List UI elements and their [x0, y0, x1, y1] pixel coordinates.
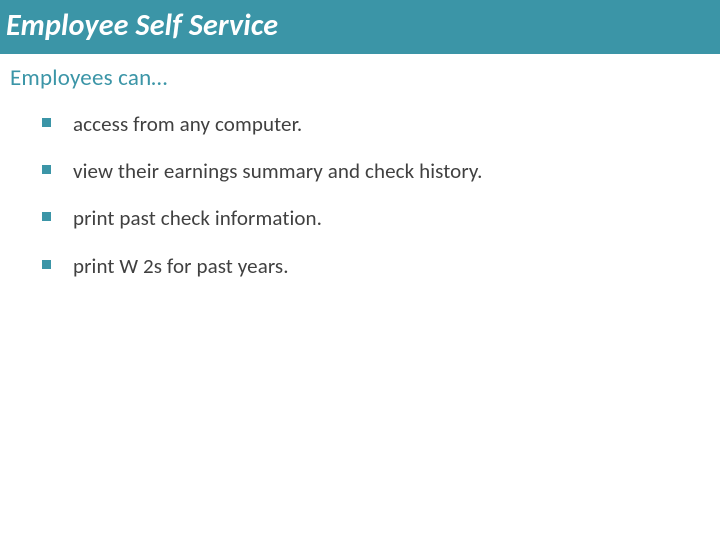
list-item: view their earnings summary and check hi…	[42, 159, 720, 184]
square-bullet-icon	[42, 260, 51, 269]
bullet-text: access from any computer.	[73, 112, 302, 137]
list-item: print past check information.	[42, 206, 720, 231]
square-bullet-icon	[42, 118, 51, 127]
subheading: Employees can…	[10, 64, 720, 92]
bullet-text: view their earnings summary and check hi…	[73, 159, 483, 184]
header-band: Employee Self Service	[0, 0, 720, 52]
page-title: Employee Self Service	[0, 11, 278, 41]
content-area: access from any computer. view their ear…	[0, 92, 720, 279]
bullet-text: print W 2s for past years.	[73, 254, 289, 279]
square-bullet-icon	[42, 165, 51, 174]
bullet-text: print past check information.	[73, 206, 322, 231]
list-item: print W 2s for past years.	[42, 254, 720, 279]
square-bullet-icon	[42, 212, 51, 221]
list-item: access from any computer.	[42, 112, 720, 137]
bullet-list: access from any computer. view their ear…	[0, 112, 720, 279]
header-underline	[0, 52, 720, 54]
